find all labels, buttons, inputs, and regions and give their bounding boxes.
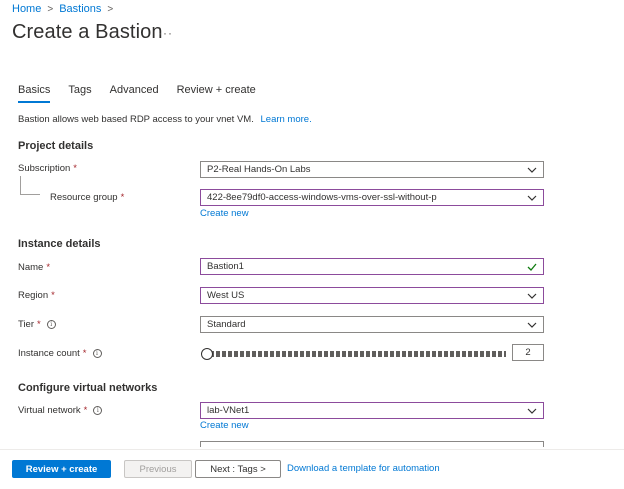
tab-bar: Basics Tags Advanced Review + create <box>18 84 274 103</box>
resource-group-value: 422-8ee79df0-access-windows-vms-over-ssl… <box>207 192 437 203</box>
virtual-network-select[interactable]: lab-VNet1 <box>200 402 544 419</box>
subscription-select[interactable]: P2-Real Hands-On Labs <box>200 161 544 178</box>
more-options-icon[interactable]: ··· <box>158 26 173 40</box>
previous-button[interactable]: Previous <box>124 460 192 478</box>
info-icon[interactable]: i <box>46 320 56 329</box>
virtual-network-value: lab-VNet1 <box>207 405 250 416</box>
download-template-link[interactable]: Download a template for automation <box>287 463 440 474</box>
tab-advanced[interactable]: Advanced <box>110 84 159 100</box>
section-configure-virtual-networks: Configure virtual networks <box>18 382 158 394</box>
region-label: Region * <box>18 290 55 301</box>
chevron-down-icon <box>527 406 537 416</box>
resource-group-label: Resource group * <box>50 192 124 203</box>
subnet-select-partial[interactable] <box>200 441 544 447</box>
name-label-text: Name <box>18 262 44 273</box>
footer-bar: Review + create Previous Next : Tags > D… <box>0 449 624 489</box>
breadcrumb: Home > Bastions > <box>12 3 119 15</box>
tab-review-create[interactable]: Review + create <box>177 84 256 100</box>
instance-count-slider-track[interactable] <box>210 351 506 357</box>
breadcrumb-separator: > <box>47 3 54 15</box>
tree-connector <box>20 176 21 194</box>
region-value: West US <box>207 290 245 301</box>
name-value: Bastion1 <box>207 261 244 272</box>
chevron-down-icon <box>527 193 537 203</box>
learn-more-link[interactable]: Learn more. <box>261 114 312 125</box>
tier-label: Tier * i <box>18 319 56 330</box>
region-label-text: Region <box>18 290 49 301</box>
chevron-down-icon <box>527 165 537 175</box>
create-new-resource-group-link[interactable]: Create new <box>200 208 249 219</box>
region-select[interactable]: West US <box>200 287 544 304</box>
review-create-button[interactable]: Review + create <box>12 460 111 478</box>
info-icon[interactable]: i <box>92 349 102 358</box>
subscription-label-text: Subscription <box>18 163 71 174</box>
tab-basics[interactable]: Basics <box>18 84 51 103</box>
subscription-value: P2-Real Hands-On Labs <box>207 164 311 175</box>
instance-count-slider-handle[interactable] <box>201 348 213 360</box>
breadcrumb-home-link[interactable]: Home <box>12 3 41 15</box>
intro-description: Bastion allows web based RDP access to y… <box>18 114 254 125</box>
required-marker: * <box>73 163 77 174</box>
next-tags-button[interactable]: Next : Tags > <box>195 460 281 478</box>
name-input[interactable]: Bastion1 <box>200 258 544 275</box>
tab-tags[interactable]: Tags <box>68 84 91 100</box>
chevron-down-icon <box>527 291 537 301</box>
required-marker: * <box>83 405 88 416</box>
required-marker: * <box>51 290 55 301</box>
required-marker: * <box>82 348 87 359</box>
resource-group-label-text: Resource group <box>50 192 118 203</box>
tier-select[interactable]: Standard <box>200 316 544 333</box>
resource-group-select[interactable]: 422-8ee79df0-access-windows-vms-over-ssl… <box>200 189 544 206</box>
intro-text: Bastion allows web based RDP access to y… <box>18 114 312 125</box>
page-title: Create a Bastion <box>12 21 163 43</box>
tier-label-text: Tier <box>18 319 35 330</box>
checkmark-icon <box>527 262 537 272</box>
subscription-label: Subscription * <box>18 163 77 174</box>
chevron-down-icon <box>527 320 537 330</box>
required-marker: * <box>37 319 41 330</box>
info-icon[interactable]: i <box>93 406 103 415</box>
name-label: Name * <box>18 262 50 273</box>
breadcrumb-separator: > <box>107 3 114 15</box>
section-project-details: Project details <box>18 140 94 152</box>
breadcrumb-bastions-link[interactable]: Bastions <box>59 3 101 15</box>
instance-count-input[interactable]: 2 <box>512 344 544 361</box>
section-instance-details: Instance details <box>18 238 101 250</box>
virtual-network-label: Virtual network * i <box>18 405 103 416</box>
tree-connector <box>20 194 40 195</box>
instance-count-label: Instance count * i <box>18 348 102 359</box>
required-marker: * <box>120 192 125 203</box>
virtual-network-label-text: Virtual network <box>18 405 81 416</box>
required-marker: * <box>46 262 51 273</box>
instance-count-label-text: Instance count <box>18 348 80 359</box>
create-new-virtual-network-link[interactable]: Create new <box>200 420 249 431</box>
tier-value: Standard <box>207 319 246 330</box>
